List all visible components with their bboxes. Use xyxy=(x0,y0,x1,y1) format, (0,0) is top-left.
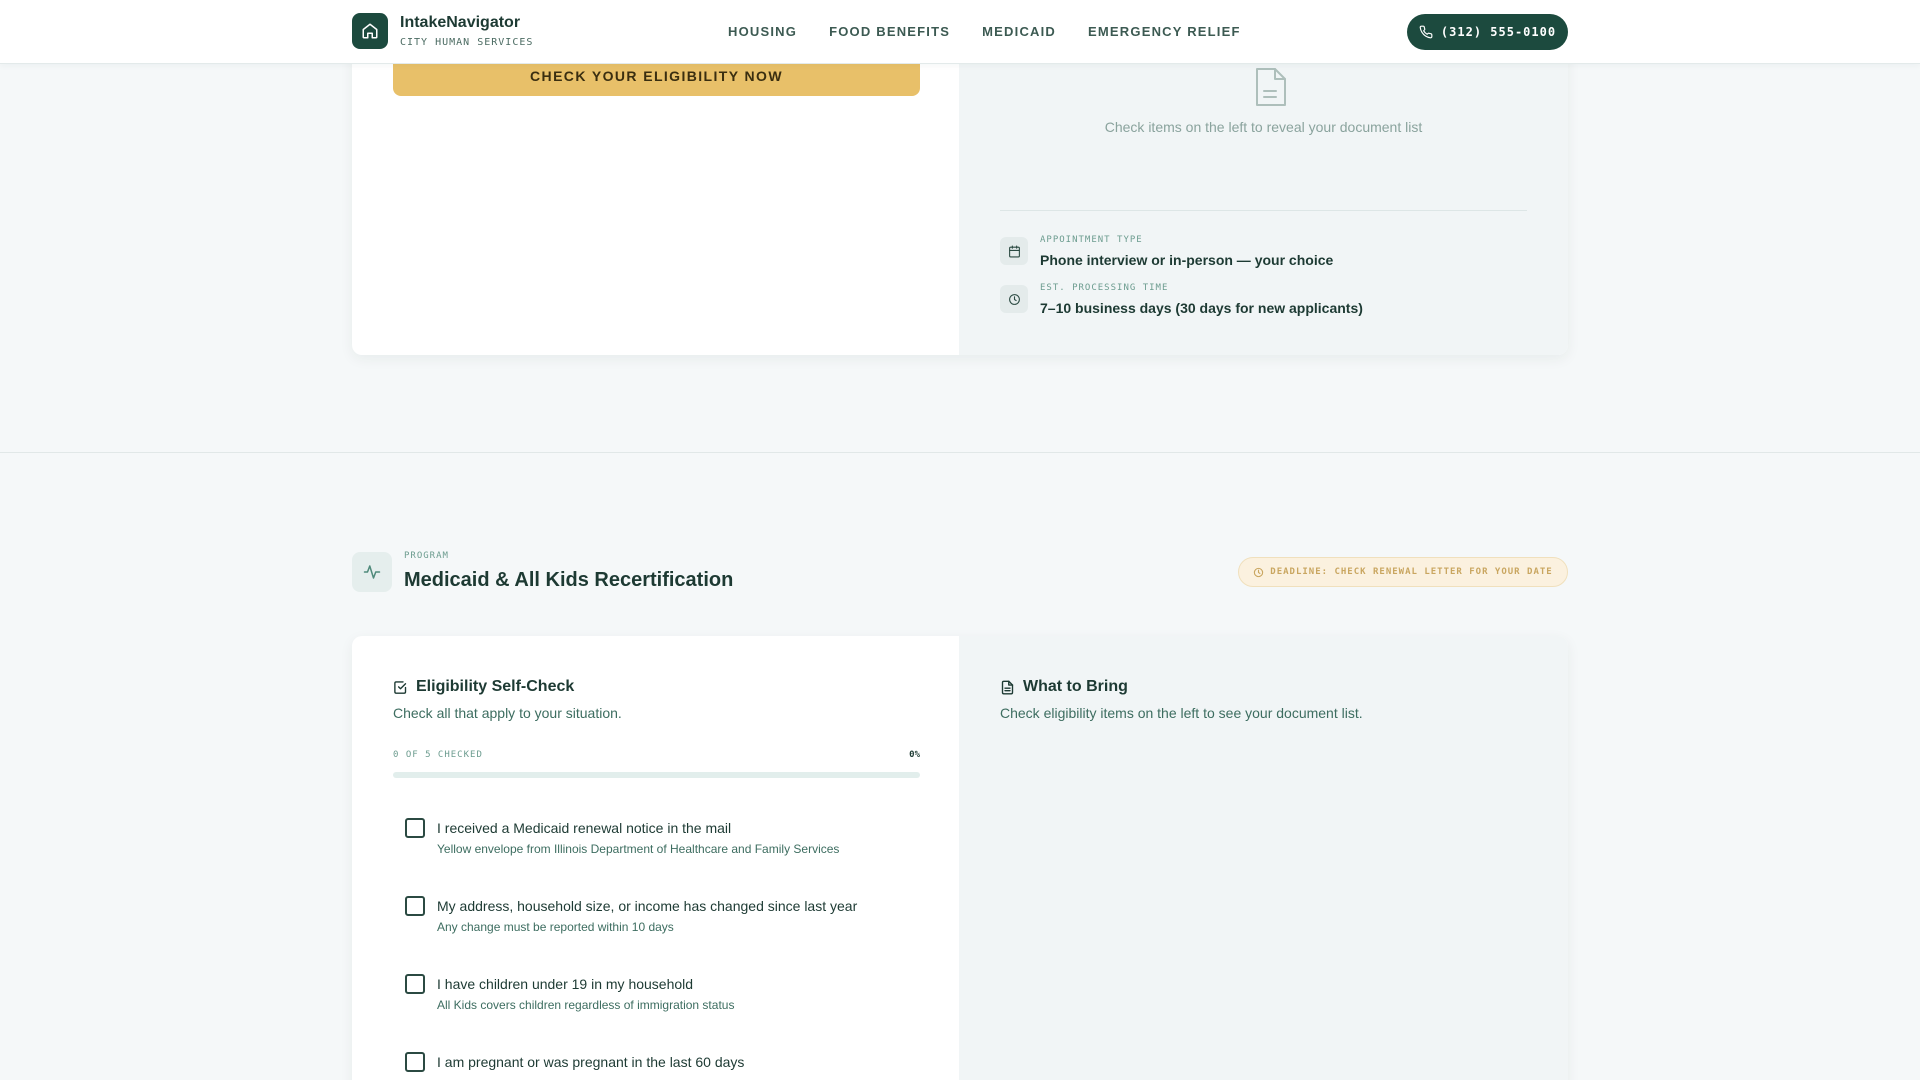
empty-documents-text: Check items on the left to reveal your d… xyxy=(1104,119,1423,135)
clock-icon xyxy=(1254,567,1264,577)
eligibility-description: Check all that apply to your situation. xyxy=(393,705,622,721)
what-to-bring-description: Check eligibility items on the left to s… xyxy=(1000,705,1363,721)
what-to-bring-panel: What to Bring Check eligibility items on… xyxy=(959,636,1568,1080)
check-sublabel: Yellow envelope from Illinois Department… xyxy=(437,842,840,856)
checkbox[interactable] xyxy=(405,1052,425,1072)
deadline-badge: DEADLINE: CHECK RENEWAL LETTER FOR YOUR … xyxy=(1238,557,1568,587)
checkbox[interactable] xyxy=(405,974,425,994)
document-icon xyxy=(1253,67,1287,112)
eligibility-title-text: Eligibility Self-Check xyxy=(416,678,575,695)
phone-number: (312) 555-0100 xyxy=(1440,25,1557,39)
what-to-bring-title-text: What to Bring xyxy=(1023,678,1128,695)
nav-link-medicaid[interactable]: MEDICAID xyxy=(982,24,1056,40)
calendar-icon xyxy=(1000,237,1028,265)
brand-title: IntakeNavigator xyxy=(400,13,521,31)
nav-link-housing[interactable]: HOUSING xyxy=(728,24,797,40)
activity-icon xyxy=(352,552,392,592)
home-icon xyxy=(352,13,388,49)
nav-link-food-benefits[interactable]: FOOD BENEFITS xyxy=(829,24,950,40)
checkbox[interactable] xyxy=(405,896,425,916)
brand-subtitle: CITY HUMAN SERVICES xyxy=(400,36,534,48)
progress-bar xyxy=(393,772,920,778)
eligibility-title: Eligibility Self-Check xyxy=(393,678,574,696)
progress-label: 0 OF 5 CHECKED xyxy=(393,750,483,760)
check-sublabel: Any change must be reported within 10 da… xyxy=(437,920,674,934)
check-label: My address, household size, or income ha… xyxy=(437,898,858,914)
divider xyxy=(1000,210,1527,211)
nav-link-emergency-relief[interactable]: EMERGENCY RELIEF xyxy=(1088,24,1241,40)
processing-time-value: 7–10 business days (30 days for new appl… xyxy=(1040,300,1363,316)
clock-icon xyxy=(1000,285,1028,313)
previous-program-card: CHECK YOUR ELIGIBILITY NOW Check items o… xyxy=(352,20,1568,355)
top-navbar: IntakeNavigator CITY HUMAN SERVICES HOUS… xyxy=(0,0,1920,64)
main-nav: HOUSING FOOD BENEFITS MEDICAID EMERGENCY… xyxy=(728,24,1273,40)
check-sublabel: All Kids covers children regardless of i… xyxy=(437,998,735,1012)
medicaid-program-card: Eligibility Self-Check Check all that ap… xyxy=(352,636,1568,1080)
check-label: I am pregnant or was pregnant in the las… xyxy=(437,1054,745,1070)
appointment-type-label: APPOINTMENT TYPE xyxy=(1040,235,1143,245)
check-label: I have children under 19 in my household xyxy=(437,976,694,992)
program-title: Medicaid & All Kids Recertification xyxy=(404,569,734,591)
processing-time-row: EST. PROCESSING TIME 7–10 business days … xyxy=(1000,283,1363,316)
deadline-text: DEADLINE: CHECK RENEWAL LETTER FOR YOUR … xyxy=(1270,567,1553,577)
phone-button[interactable]: (312) 555-0100 xyxy=(1407,14,1568,50)
brand[interactable]: IntakeNavigator CITY HUMAN SERVICES xyxy=(352,13,533,49)
progress-percent: 0% xyxy=(909,750,920,760)
what-to-bring-title: What to Bring xyxy=(1000,678,1128,696)
file-text-icon xyxy=(1001,680,1014,694)
appointment-type-row: APPOINTMENT TYPE Phone interview or in-p… xyxy=(1000,235,1333,268)
section-divider xyxy=(0,452,1920,453)
documents-panel: Check items on the left to reveal your d… xyxy=(959,20,1568,355)
program-kicker: PROGRAM xyxy=(404,551,449,561)
checkbox[interactable] xyxy=(405,818,425,838)
check-label: I received a Medicaid renewal notice in … xyxy=(437,820,732,836)
phone-icon xyxy=(1419,25,1433,39)
checkbox-icon xyxy=(394,680,407,694)
processing-time-label: EST. PROCESSING TIME xyxy=(1040,283,1169,293)
appointment-type-value: Phone interview or in-person — your choi… xyxy=(1040,252,1334,268)
